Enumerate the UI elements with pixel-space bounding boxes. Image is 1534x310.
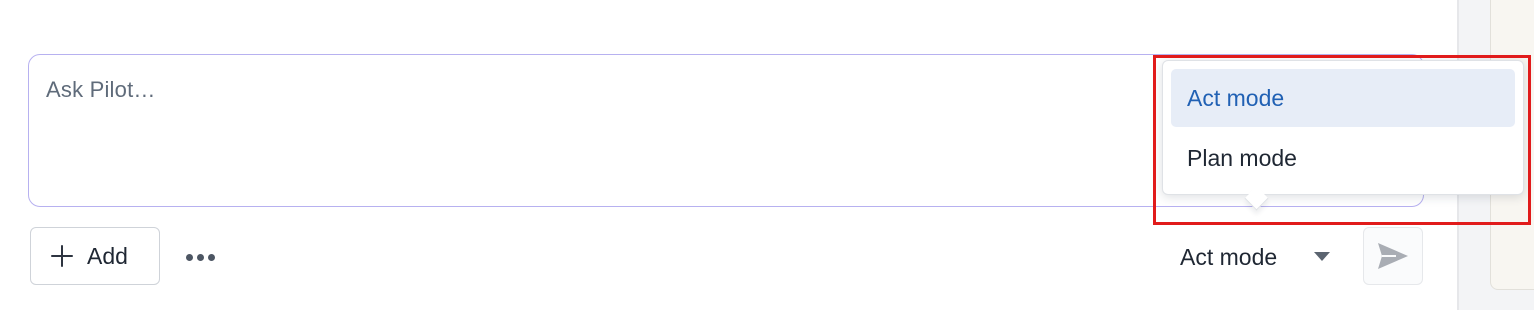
menu-item-act-mode[interactable]: Act mode (1171, 69, 1515, 127)
pilot-chat-panel: Ask Pilot… Add Act mode Act mode Plan mo… (0, 0, 1534, 310)
plus-icon (51, 245, 73, 267)
caret-down-icon (1314, 252, 1330, 261)
menu-item-plan-mode[interactable]: Plan mode (1171, 129, 1515, 187)
more-horizontal-icon-dot (207, 253, 215, 261)
add-button-label: Add (87, 242, 128, 269)
send-icon (1378, 243, 1408, 269)
more-horizontal-icon-dot (196, 253, 204, 261)
add-button[interactable]: Add (30, 227, 160, 285)
more-options-button[interactable] (178, 240, 222, 274)
mode-select-label: Act mode (1180, 243, 1278, 270)
more-horizontal-icon (185, 253, 193, 261)
send-button[interactable] (1363, 227, 1423, 285)
mode-select[interactable]: Act mode (1168, 232, 1344, 282)
ask-pilot-placeholder: Ask Pilot… (46, 77, 156, 102)
